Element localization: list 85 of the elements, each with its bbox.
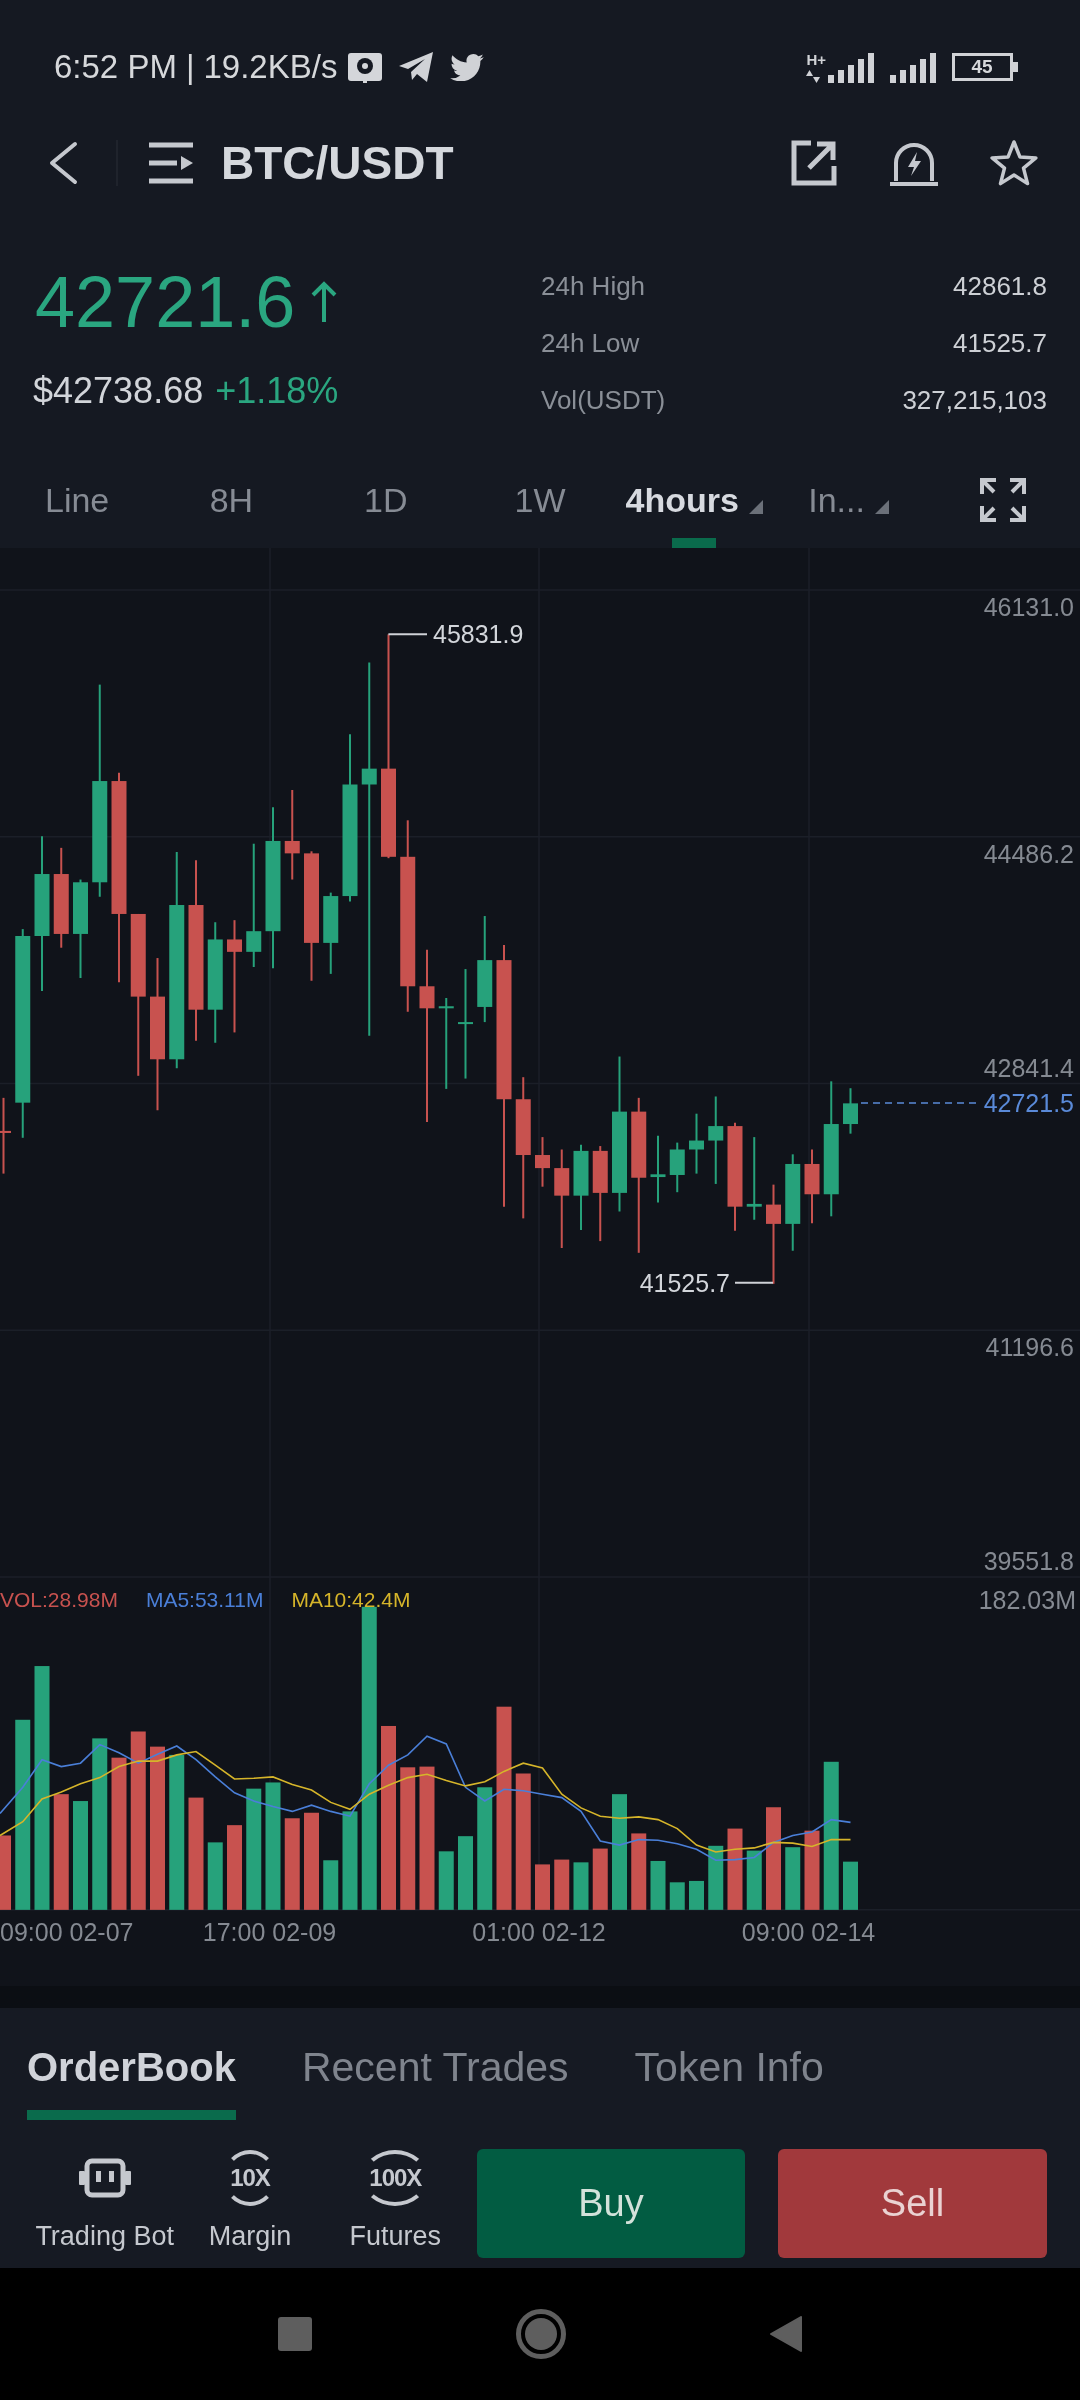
section-tab[interactable]: Recent Trades	[301, 2047, 569, 2087]
paper-plane-icon	[399, 52, 434, 82]
sell-button[interactable]: Sell	[778, 2149, 1047, 2258]
candlestick	[689, 1112, 704, 1175]
leverage-badge: 10X	[223, 2150, 277, 2206]
stat-label: 24h High	[541, 271, 646, 302]
signal-icon	[828, 51, 876, 83]
time-axis-label: 09:00 02-14	[741, 1917, 876, 1947]
volume-legend-label: MA5:53.11M	[145, 1587, 264, 1613]
volume-bar	[650, 1860, 666, 1910]
volume-axis-label: 182.03M	[978, 1585, 1076, 1615]
leader-line	[734, 1281, 774, 1284]
section-tab[interactable]: Token Info	[634, 2047, 824, 2087]
buy-button[interactable]: Buy	[477, 2149, 745, 2258]
price-axis-label: 46131.0	[983, 592, 1074, 622]
timeframe-tab[interactable]: In...	[808, 480, 889, 520]
volume-bar	[535, 1864, 550, 1910]
leader-line	[387, 633, 428, 636]
price-change: +1.18%	[215, 370, 339, 412]
price-axis-label: 41196.6	[985, 1332, 1074, 1363]
timeframe-tab[interactable]: 1W	[514, 480, 566, 520]
status-time: 6:52 PM	[54, 47, 177, 87]
stat-value: 42861.8	[953, 271, 1047, 302]
volume-bar	[708, 1845, 724, 1910]
candlestick	[535, 1136, 550, 1188]
network-type-label: H+	[806, 51, 826, 68]
timeframe-tab[interactable]: 8H	[209, 480, 254, 520]
volume-bar	[323, 1860, 339, 1910]
stat-value: 41525.7	[953, 328, 1047, 359]
external-link-icon[interactable]	[791, 140, 837, 186]
price-axis-label: 42841.4	[983, 1052, 1074, 1083]
stat-label: Vol(USDT)	[541, 385, 666, 416]
volume-bar	[438, 1851, 454, 1910]
action-button[interactable]: 100X Futures	[322, 2149, 468, 2253]
volume-bar	[689, 1880, 704, 1910]
picture-icon	[348, 51, 383, 83]
bird-icon	[450, 53, 485, 81]
stat-label: 24h Low	[541, 328, 640, 359]
stat-value: 327,215,103	[902, 385, 1047, 416]
leverage-badge: 100X	[362, 2150, 429, 2206]
pair-title[interactable]: BTC/USDT	[221, 136, 454, 190]
action-button[interactable]: Trading Bot	[32, 2149, 178, 2253]
high-price-label: 45831.9	[433, 619, 524, 650]
robot-icon	[78, 2158, 131, 2198]
candlestick	[650, 1134, 666, 1204]
last-price: 42721.6	[35, 262, 296, 342]
volume-bar	[592, 1848, 608, 1910]
volume-bar	[554, 1859, 570, 1910]
time-axis-label: 09:00 02-07	[0, 1917, 134, 1947]
time-axis-label: 01:00 02-12	[472, 1917, 606, 1947]
time-axis-label: 17:00 02-09	[202, 1917, 337, 1947]
network-speed: 19.2KB/s	[203, 47, 338, 87]
volume-bar	[746, 1850, 762, 1910]
volume-legend-label: VOL:28.98M	[0, 1587, 118, 1613]
expand-icon[interactable]	[979, 478, 1026, 522]
back-icon[interactable]	[48, 141, 78, 185]
candlestick	[669, 1141, 685, 1194]
triangle-icon[interactable]	[770, 2316, 802, 2352]
battery-indicator: 45	[952, 53, 1018, 81]
status-separator: |	[185, 47, 195, 87]
volume-bar	[785, 1847, 801, 1910]
star-icon[interactable]	[988, 139, 1040, 187]
volume-bar	[669, 1882, 685, 1910]
low-price-label: 41525.7	[639, 1267, 730, 1298]
tab-underline	[672, 538, 717, 548]
candlestick	[843, 1087, 858, 1135]
volume-bar	[573, 1862, 589, 1910]
volume-bar	[207, 1842, 223, 1910]
price-axis-label: 39551.8	[983, 1546, 1074, 1576]
timeframe-tab[interactable]: Line	[45, 480, 110, 520]
dropdown-triangle-icon	[748, 500, 763, 514]
signal-icon	[890, 51, 938, 83]
data-arrows-icon	[806, 69, 821, 83]
volume-bar	[843, 1861, 858, 1910]
volume-legend-label: MA10:42.4M	[291, 1587, 411, 1613]
action-button[interactable]: 10X Margin	[177, 2149, 323, 2253]
circle-icon[interactable]	[516, 2309, 566, 2359]
section-tab[interactable]: OrderBook	[27, 2047, 236, 2087]
timeframe-tab[interactable]: 4hours	[625, 480, 763, 520]
timeframe-tab[interactable]: 1D	[363, 480, 408, 520]
last-price-label: 42721.5	[983, 1088, 1074, 1118]
price-axis-label: 44486.2	[983, 838, 1074, 869]
dropdown-triangle-icon	[874, 500, 889, 514]
usd-price: $42738.68	[33, 370, 204, 412]
menu-icon[interactable]	[149, 142, 193, 184]
